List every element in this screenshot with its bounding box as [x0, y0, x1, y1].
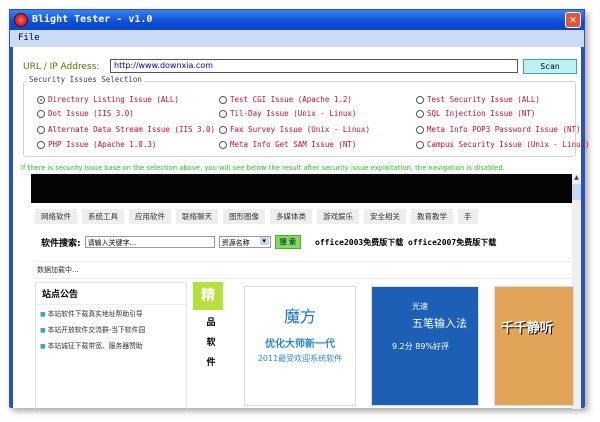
- issue-radio[interactable]: Alternate Data Stream Issue (IIS 3.0): [37, 125, 215, 134]
- notice-item[interactable]: 本站开放软件交流群-当下软件园: [36, 321, 186, 337]
- loading-text: 数据加载中...: [35, 261, 572, 279]
- radio-icon[interactable]: [416, 96, 424, 104]
- card-sub: 五笔输入法: [412, 317, 467, 330]
- issue-radio[interactable]: Fax Survey Issue (Unix - Linux): [219, 125, 370, 134]
- issue-radio[interactable]: SQL Injection Issue (NT): [416, 109, 535, 118]
- banner: [31, 174, 572, 203]
- issue-label: Directory Listing Issue (ALL): [48, 95, 179, 104]
- issue-label: Test CGI Issue (Apache 1.2): [230, 95, 352, 104]
- issue-radio[interactable]: Meta Info Get SAM Issue (NT): [219, 140, 356, 149]
- issue-label: PHP Issue (Apache 1.0.3): [48, 140, 157, 149]
- notice-title: 站点公告: [36, 283, 186, 305]
- nav-item[interactable]: 应用软件: [129, 209, 171, 224]
- card-title: 魔方: [283, 307, 316, 326]
- jing-badge: 精: [193, 282, 223, 310]
- app-window: Blight Tester - v1.0 ✕ File URL / IP Add…: [9, 9, 590, 409]
- search-button[interactable]: 搜 索: [274, 235, 302, 249]
- radio-icon[interactable]: [219, 126, 227, 134]
- issue-label: Alternate Data Stream Issue (IIS 3.0): [48, 125, 216, 134]
- card-ttplayer[interactable]: 千千静听: [494, 286, 574, 406]
- issue-radio[interactable]: Directory Listing Issue (ALL): [37, 95, 179, 104]
- jing-char: 品: [206, 318, 216, 328]
- url-input[interactable]: http://www.downxia.com: [110, 59, 518, 73]
- nav-item[interactable]: 多媒体类: [270, 209, 312, 224]
- radio-icon[interactable]: [219, 110, 227, 118]
- issue-label: Fax Survey Issue (Unix - Linux): [230, 125, 370, 134]
- nav-item[interactable]: 安全相关: [364, 209, 406, 224]
- scroll-thumb[interactable]: [572, 184, 581, 200]
- jing-char: 软: [206, 338, 216, 348]
- search-input[interactable]: 请输入关键字...: [84, 236, 215, 248]
- scan-button[interactable]: Scan: [523, 59, 577, 74]
- issue-radio[interactable]: Til-Day Issue (Unix - Linux): [219, 109, 356, 118]
- radio-icon[interactable]: [416, 110, 424, 118]
- radio-icon[interactable]: [37, 110, 45, 118]
- menu-bar: File: [10, 30, 584, 47]
- nav-item[interactable]: 联络聊天: [176, 209, 218, 224]
- card-wubi[interactable]: 光速 五笔输入法 9.2分 89%好评: [371, 286, 479, 406]
- group-label: Security Issues Selection: [27, 75, 144, 84]
- nav-item[interactable]: 图形图像: [223, 209, 265, 224]
- search-row: 软件搜索: 请输入关键字... 资源名称 搜 索 office2003免费版下载…: [41, 235, 496, 249]
- issue-radio[interactable]: Dot Issue (IIS 3.0): [37, 109, 134, 118]
- card-title: 光速: [412, 302, 428, 311]
- notice-panel: 站点公告 本站软件下载真实地址帮助引导 本站开放软件交流群-当下软件园 本站诚征…: [35, 282, 187, 409]
- card-mofang[interactable]: 魔方 优化大师新一代 2011最受欢迎系统软件: [244, 286, 356, 406]
- search-select[interactable]: 资源名称: [218, 236, 271, 248]
- nav-item[interactable]: 系统工具: [82, 209, 124, 224]
- search-label: 软件搜索:: [41, 238, 81, 249]
- app-icon: [14, 13, 28, 27]
- nav-item[interactable]: 游戏娱乐: [317, 209, 359, 224]
- radio-icon[interactable]: [37, 126, 45, 134]
- issue-label: Meta Info POP3 Password Issue (NT): [427, 125, 581, 134]
- scroll-up-icon[interactable]: ▲: [572, 174, 581, 183]
- radio-icon[interactable]: [416, 141, 424, 149]
- issue-label: Til-Day Issue (Unix - Linux): [230, 109, 357, 118]
- issue-radio[interactable]: Meta Info POP3 Password Issue (NT): [416, 125, 581, 134]
- main-panel: URL / IP Address: http://www.downxia.com…: [10, 47, 590, 409]
- close-icon[interactable]: ✕: [565, 12, 581, 28]
- issue-radio[interactable]: Campus Security Issue (Unix - Linux): [416, 140, 590, 149]
- radio-icon[interactable]: [37, 141, 45, 149]
- notice-item[interactable]: 本站诚征下载带宽、服务器赞助: [36, 337, 186, 353]
- card-sub2: 9.2分 89%好评: [392, 342, 450, 351]
- hot-links[interactable]: office2003免费版下载 office2007免费版下载: [315, 237, 496, 248]
- issue-label: Dot Issue (IIS 3.0): [48, 109, 134, 118]
- issue-label: Meta Info Get SAM Issue (NT): [230, 140, 357, 149]
- result-note: If there is security issue base on the s…: [21, 164, 505, 172]
- url-label: URL / IP Address:: [23, 62, 100, 72]
- radio-icon[interactable]: [416, 126, 424, 134]
- issue-radio[interactable]: Test CGI Issue (Apache 1.2): [219, 95, 352, 104]
- card-title: 千千静听: [501, 321, 554, 336]
- issue-radio[interactable]: Test Security Issue (ALL): [416, 95, 540, 104]
- menu-file[interactable]: File: [18, 33, 40, 43]
- issue-label: SQL Injection Issue (NT): [427, 109, 536, 118]
- radio-icon[interactable]: [37, 96, 45, 104]
- result-browser: ▲ 网络软件 系统工具 应用软件 联络聊天 图形图像 多媒体类 游戏娱乐 安全相…: [31, 174, 581, 409]
- card-sub2: 2011最受欢迎系统软件: [257, 354, 343, 363]
- issue-label: Campus Security Issue (Unix - Linux): [427, 140, 590, 149]
- nav-item[interactable]: 网络软件: [35, 209, 77, 224]
- radio-icon[interactable]: [219, 96, 227, 104]
- window-title: Blight Tester - v1.0: [32, 14, 153, 25]
- nav-item[interactable]: 教育教学: [411, 209, 453, 224]
- card-sub: 优化大师新一代: [265, 339, 335, 350]
- jing-char: 件: [206, 358, 216, 368]
- category-nav: 网络软件 系统工具 应用软件 联络聊天 图形图像 多媒体类 游戏娱乐 安全相关 …: [35, 209, 478, 224]
- title-bar: Blight Tester - v1.0 ✕: [10, 10, 584, 30]
- featured-label: 精 品 软 件: [193, 282, 229, 409]
- issue-label: Test Security Issue (ALL): [427, 95, 540, 104]
- notice-item[interactable]: 本站软件下载真实地址帮助引导: [36, 305, 186, 321]
- issue-radio[interactable]: PHP Issue (Apache 1.0.3): [37, 140, 156, 149]
- nav-item[interactable]: 手: [458, 209, 478, 224]
- radio-icon[interactable]: [219, 141, 227, 149]
